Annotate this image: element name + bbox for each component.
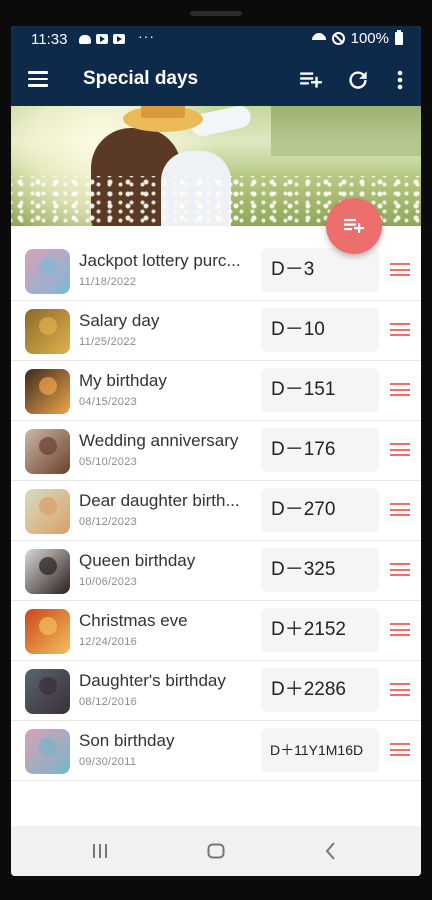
- event-date: 09/30/2011: [79, 756, 137, 768]
- event-thumbnail: [25, 249, 70, 294]
- notification-icons: ···: [79, 28, 155, 44]
- status-bar: 11:33 ··· 100%: [11, 26, 421, 54]
- event-name: Wedding anniversary: [79, 431, 239, 450]
- event-name: My birthday: [79, 371, 167, 390]
- event-date: 10/06/2023: [79, 576, 138, 588]
- dday-counter: D－176: [261, 428, 379, 472]
- dday-counter: D－3: [261, 248, 379, 292]
- status-time: 11:33: [31, 31, 68, 48]
- event-row[interactable]: Christmas eve 12/24/2016 D＋2152: [11, 601, 421, 661]
- more-notifications-icon: ···: [138, 28, 155, 44]
- home-icon[interactable]: [204, 839, 228, 863]
- event-thumbnail: [25, 729, 70, 774]
- event-thumbnail: [25, 429, 70, 474]
- drag-handle-icon[interactable]: [390, 323, 410, 337]
- add-event-button[interactable]: [326, 198, 382, 254]
- event-name: Dear daughter birth...: [79, 491, 240, 510]
- screen: 11:33 ··· 100% Special days Jackpot lott…: [11, 26, 421, 876]
- playlist-add-icon: [344, 219, 364, 233]
- event-date: 11/18/2022: [79, 276, 137, 288]
- event-name: Queen birthday: [79, 551, 196, 570]
- drag-handle-icon[interactable]: [390, 683, 410, 697]
- back-icon[interactable]: [319, 839, 343, 863]
- event-date: 11/25/2022: [79, 336, 137, 348]
- refresh-icon[interactable]: [345, 67, 371, 93]
- event-row[interactable]: Son birthday 09/30/2011 D＋11Y1M16D: [11, 721, 421, 781]
- event-name: Salary day: [79, 311, 160, 330]
- system-nav-bar: [11, 826, 421, 876]
- event-row[interactable]: Queen birthday 10/06/2023 D－325: [11, 541, 421, 601]
- drag-handle-icon[interactable]: [390, 563, 410, 577]
- drag-handle-icon[interactable]: [390, 383, 410, 397]
- event-thumbnail: [25, 309, 70, 354]
- page-title: Special days: [83, 68, 199, 89]
- event-date: 04/15/2023: [79, 396, 138, 408]
- drag-handle-icon[interactable]: [390, 743, 410, 757]
- drag-handle-icon[interactable]: [390, 503, 410, 517]
- event-name: Daughter's birthday: [79, 671, 226, 690]
- event-date: 08/12/2023: [79, 516, 138, 528]
- event-thumbnail: [25, 489, 70, 534]
- dday-counter: D－10: [261, 308, 379, 352]
- event-row[interactable]: Salary day 11/25/2022 D－10: [11, 301, 421, 361]
- battery-percent: 100%: [350, 30, 389, 47]
- event-date: 05/10/2023: [79, 456, 138, 468]
- battery-icon: [395, 30, 403, 45]
- drag-handle-icon[interactable]: [390, 443, 410, 457]
- dday-counter: D＋2152: [261, 608, 379, 652]
- more-vert-icon[interactable]: [390, 67, 410, 93]
- drag-handle-icon[interactable]: [390, 623, 410, 637]
- event-thumbnail: [25, 609, 70, 654]
- recent-apps-icon[interactable]: [88, 839, 112, 863]
- dday-counter: D＋2286: [261, 668, 379, 712]
- event-row[interactable]: Wedding anniversary 05/10/2023 D－176: [11, 421, 421, 481]
- event-row[interactable]: Daughter's birthday 08/12/2016 D＋2286: [11, 661, 421, 721]
- status-right: 100%: [312, 30, 403, 47]
- event-row[interactable]: My birthday 04/15/2023 D－151: [11, 361, 421, 421]
- event-date: 08/12/2016: [79, 696, 138, 708]
- dday-counter: D－325: [261, 548, 379, 592]
- youtube-icon: [96, 34, 108, 44]
- event-date: 12/24/2016: [79, 636, 138, 648]
- event-thumbnail: [25, 669, 70, 714]
- dday-counter: D＋11Y1M16D: [261, 728, 379, 772]
- dday-counter: D－270: [261, 488, 379, 532]
- event-thumbnail: [25, 369, 70, 414]
- playlist-add-icon[interactable]: [298, 67, 324, 93]
- youtube-icon: [113, 34, 125, 44]
- app-bar: Special days: [11, 54, 421, 106]
- drag-handle-icon[interactable]: [390, 263, 410, 277]
- event-name: Christmas eve: [79, 611, 188, 630]
- phone-frame: 11:33 ··· 100% Special days Jackpot lott…: [0, 0, 432, 900]
- event-row[interactable]: Dear daughter birth... 08/12/2023 D－270: [11, 481, 421, 541]
- event-name: Son birthday: [79, 731, 175, 750]
- menu-icon[interactable]: [28, 71, 48, 87]
- do-not-disturb-icon: [331, 32, 345, 45]
- event-name: Jackpot lottery purc...: [79, 251, 241, 270]
- speaker-grille: [190, 11, 242, 16]
- event-thumbnail: [25, 549, 70, 594]
- cloud-icon: [79, 34, 91, 44]
- dday-counter: D－151: [261, 368, 379, 412]
- wifi-icon: [312, 33, 326, 45]
